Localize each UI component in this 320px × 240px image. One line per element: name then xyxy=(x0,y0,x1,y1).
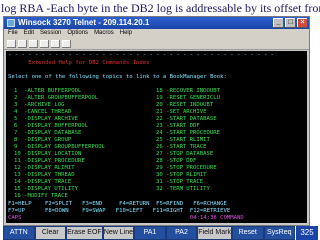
terminal-app-icon xyxy=(7,19,15,27)
topic-left-3[interactable]: 3 -ARCHIVE LOG xyxy=(14,102,65,109)
window-title: Winsock 3270 Telnet - 209.114.20.1 xyxy=(18,18,150,27)
topic-right-25[interactable]: 25 -START RLIMIT xyxy=(156,137,210,144)
topic-left-9[interactable]: 9 -DISPLAY GROUPBUFFERPOOL xyxy=(14,144,105,151)
topic-right-32[interactable]: 32 -TERM UTILITY xyxy=(156,186,210,193)
window-controls: _ □ × xyxy=(273,18,308,28)
topic-left-15[interactable]: 15 -DISPLAY UTILITY xyxy=(14,186,78,193)
topic-left-10[interactable]: 10 -DISPLAY LOCATION xyxy=(14,151,81,158)
topic-right-27[interactable]: 27 -STOP DATABASE xyxy=(156,151,213,158)
paste-icon[interactable] xyxy=(51,39,60,48)
topic-left-12[interactable]: 12 -DISPLAY RLIMIT xyxy=(14,165,75,172)
field-mark-key[interactable]: Field Mark xyxy=(197,226,232,240)
topic-right-19[interactable]: 19 -RESET GENERICLU xyxy=(156,95,220,102)
disconnect-icon[interactable] xyxy=(18,39,27,48)
function-keys-row-1: F1=HELP F2=SPLIT F3=END F4=RETURN F5=RFI… xyxy=(8,201,227,207)
topic-right-22[interactable]: 22 -START DATABASE xyxy=(156,116,217,123)
copy-icon[interactable] xyxy=(40,39,49,48)
topic-right-31[interactable]: 31 -STOP TRACE xyxy=(156,179,203,186)
topic-right-21[interactable]: 21 -SET ARCHIVE xyxy=(156,109,207,116)
pa1-key[interactable]: PA1 xyxy=(134,226,166,240)
toolbar xyxy=(4,38,309,50)
dash-rule: - - - - - - - - - - - - - - - - - - - - … xyxy=(8,52,275,58)
topic-left-1[interactable]: 1 -ALTER BUFFERPOOL xyxy=(14,88,81,95)
topic-right-28[interactable]: 28 -STOP DDF xyxy=(156,158,196,165)
menu-session[interactable]: Session xyxy=(40,29,61,38)
status-line: CAPS 04:14:38 COMMAND xyxy=(8,215,244,221)
topic-right-29[interactable]: 29 -STOP PROCEDURE xyxy=(156,165,217,172)
select-prompt: Select one of the following topics to li… xyxy=(8,74,227,80)
topic-right-30[interactable]: 30 -STOP RLIMIT xyxy=(156,172,207,179)
menu-options[interactable]: Options xyxy=(67,29,88,38)
minimize-button[interactable]: _ xyxy=(273,18,284,28)
topic-right-20[interactable]: 20 -RESET INDOUBT xyxy=(156,102,213,109)
attn-key[interactable]: ATTN xyxy=(3,226,35,240)
erase-eof-key[interactable]: Erase EOF xyxy=(66,226,103,240)
screen-title: Extended Help for DB2 Commands Index xyxy=(8,60,150,66)
terminal-screen[interactable]: - - - - - - - - - - - - - - - - - - - - … xyxy=(6,51,307,223)
pa2-key[interactable]: PA2 xyxy=(165,226,198,240)
slide-caption: log RBA -Each byte in the DB2 log is add… xyxy=(1,1,320,15)
topic-left-5[interactable]: 5 -DISPLAY ARCHIVE xyxy=(14,116,78,123)
topic-left-16[interactable]: 16 -MODIFY TRACE xyxy=(14,193,68,200)
topic-left-2[interactable]: 2 -ALTER GROUPBUFFERPOOL xyxy=(14,95,98,102)
topic-left-7[interactable]: 7 -DISPLAY DATABASE xyxy=(14,130,81,137)
menu-edit[interactable]: Edit xyxy=(24,29,34,38)
topic-right-23[interactable]: 23 -START DDF xyxy=(156,123,200,130)
menu-bar: File Edit Session Options Macros Help xyxy=(4,29,309,38)
host-keypad: ATTN Clear Erase EOF New Line PA1 PA2 Fi… xyxy=(3,226,296,240)
topic-right-26[interactable]: 26 -START TRACE xyxy=(156,144,207,151)
slide-page-number: 325 xyxy=(296,226,318,240)
clear-key[interactable]: Clear xyxy=(34,226,67,240)
topic-left-8[interactable]: 8 -DISPLAY GROUP xyxy=(14,137,71,144)
menu-help[interactable]: Help xyxy=(120,29,132,38)
title-bar: Winsock 3270 Telnet - 209.114.20.1 _ □ × xyxy=(4,17,309,29)
new-line-key[interactable]: New Line xyxy=(102,226,135,240)
menu-file[interactable]: File xyxy=(8,29,18,38)
settings-icon[interactable] xyxy=(62,39,71,48)
topic-right-24[interactable]: 24 -START PROCEDURE xyxy=(156,130,220,137)
topic-left-6[interactable]: 6 -DISPLAY BUFFERPOOL xyxy=(14,123,88,130)
topic-right-18[interactable]: 18 -RECOVER INDOUBT xyxy=(156,88,220,95)
reset-key[interactable]: Reset xyxy=(231,226,264,240)
menu-macros[interactable]: Macros xyxy=(94,29,114,38)
maximize-button[interactable]: □ xyxy=(285,18,296,28)
connect-icon[interactable] xyxy=(7,39,16,48)
topic-left-14[interactable]: 14 -DISPLAY TRACE xyxy=(14,179,71,186)
print-icon[interactable] xyxy=(29,39,38,48)
topic-left-4[interactable]: 4 -CANCEL THREAD xyxy=(14,109,71,116)
close-button[interactable]: × xyxy=(297,18,308,28)
topic-left-11[interactable]: 11 -DISPLAY PROCEDURE xyxy=(14,158,85,165)
sysreq-key[interactable]: SysReq xyxy=(263,226,296,240)
topic-left-13[interactable]: 13 -DISPLAY THREAD xyxy=(14,172,75,179)
telnet-window: Winsock 3270 Telnet - 209.114.20.1 _ □ ×… xyxy=(3,16,310,226)
function-keys-row-2: F7=UP F8=DOWN F9=SWAP F10=LEFT F11=RIGHT… xyxy=(8,208,231,214)
